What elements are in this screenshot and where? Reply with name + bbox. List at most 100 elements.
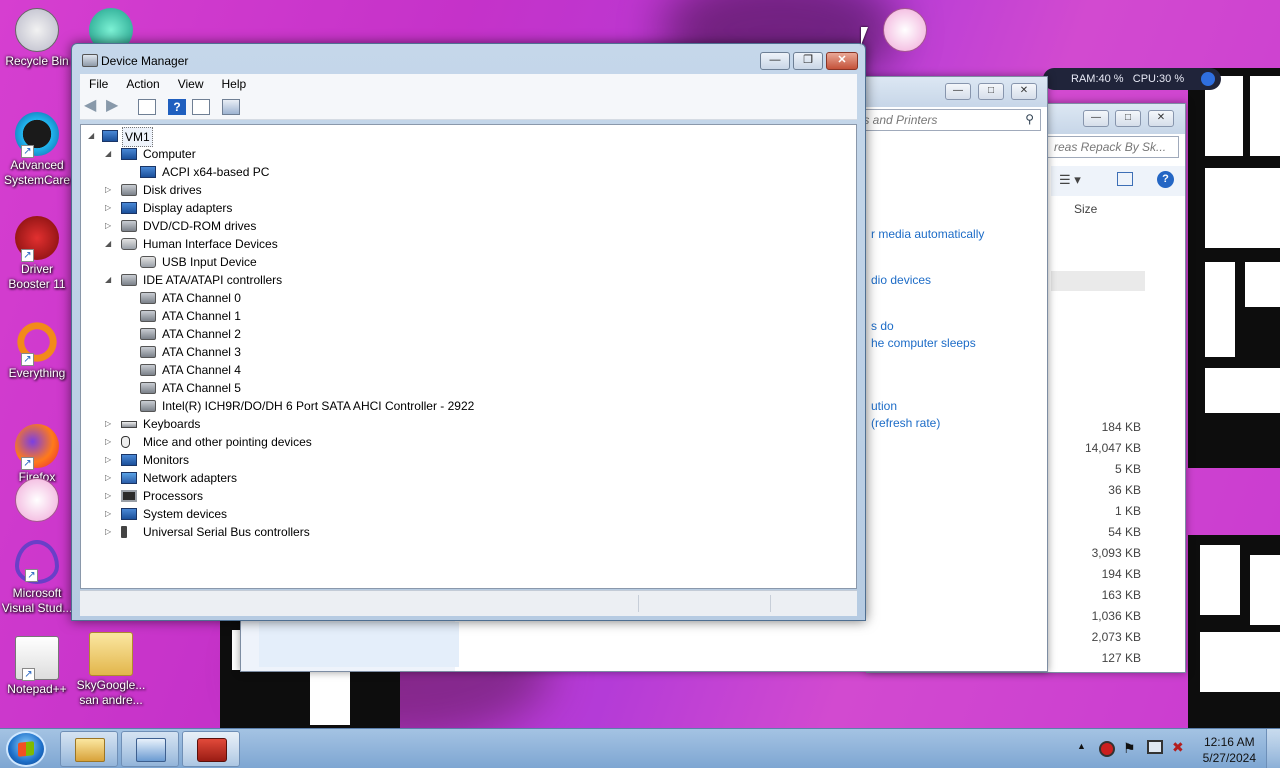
expand-arrow-icon[interactable]: ▷ xyxy=(105,469,115,487)
expand-arrow-icon[interactable]: ▷ xyxy=(105,523,115,541)
settings-link[interactable]: dio devices xyxy=(871,273,931,287)
clock-time: 12:16 AM xyxy=(1203,735,1255,749)
settings-link[interactable]: he computer sleeps xyxy=(871,336,976,350)
taskbar-explorer-button[interactable] xyxy=(60,731,118,767)
settings-link[interactable]: s do xyxy=(871,319,894,333)
preview-pane-icon[interactable] xyxy=(1117,172,1133,186)
view-options-icon[interactable]: ☰ ▾ xyxy=(1059,172,1081,188)
monitor-icon xyxy=(121,454,137,466)
toolbar: ☰ ▾ ? xyxy=(1051,166,1185,196)
firefox-icon: ↗ xyxy=(15,424,59,470)
properties-icon[interactable] xyxy=(192,99,210,115)
close-button[interactable]: ✕ xyxy=(826,52,858,70)
close-button[interactable]: ✕ xyxy=(1148,110,1174,127)
file-size: 163 KB xyxy=(1101,588,1141,602)
help-icon[interactable]: ? xyxy=(168,99,186,115)
device-manager-window[interactable]: Device Manager — ❐ ✕ File Action View Help … xyxy=(71,43,866,621)
system-clock[interactable]: 12:16 AM 5/27/2024 xyxy=(1203,734,1256,766)
minimize-button[interactable]: — xyxy=(760,52,790,70)
expand-arrow-icon[interactable]: ▷ xyxy=(105,433,115,451)
desktop-icon-recycle-bin[interactable]: Recycle Bin xyxy=(0,8,74,69)
system-icon xyxy=(121,508,137,520)
show-hide-console-tree-icon[interactable] xyxy=(138,99,156,115)
visual-studio-icon: ↗ xyxy=(15,540,59,584)
taskbar-device-manager-button[interactable] xyxy=(182,731,240,767)
back-icon[interactable]: ◀ xyxy=(84,98,102,115)
action-center-flag-icon[interactable]: ⚑ xyxy=(1123,740,1136,768)
search-box[interactable]: ices and Printers ⚲ xyxy=(841,109,1041,131)
desktop-icon-notepad-plus-plus[interactable]: ↗ Notepad++ xyxy=(0,636,74,697)
collapse-arrow-icon[interactable]: ◢ xyxy=(105,145,115,163)
maximize-button[interactable]: ❐ xyxy=(793,52,823,70)
desktop-icon-driver-booster[interactable]: ↗ Driver Booster 11 xyxy=(0,216,74,292)
collapse-arrow-icon[interactable]: ◢ xyxy=(105,235,115,253)
ide-icon xyxy=(140,328,156,340)
expand-arrow-icon[interactable]: ▷ xyxy=(105,181,115,199)
file-size: 2,073 KB xyxy=(1091,630,1141,644)
expand-arrow-icon[interactable]: ▷ xyxy=(105,451,115,469)
hid-icon xyxy=(121,238,137,250)
menu-view[interactable]: View xyxy=(169,74,213,91)
desktop-icon-folder[interactable]: SkyGoogle... san andre... xyxy=(74,632,148,708)
network-icon xyxy=(121,472,137,484)
settings-link[interactable]: ution xyxy=(871,399,897,413)
file-size: 14,047 KB xyxy=(1084,441,1141,455)
desktop-icon-firefox[interactable]: ↗ Firefox xyxy=(0,424,74,485)
column-size-header[interactable]: Size xyxy=(1074,202,1097,216)
maximize-button[interactable]: □ xyxy=(978,83,1004,100)
start-button[interactable] xyxy=(6,731,46,767)
collapse-arrow-icon[interactable]: ◢ xyxy=(88,127,98,145)
resource-monitor-widget[interactable]: RAM:40 % CPU:30 % xyxy=(1043,68,1221,90)
help-icon[interactable]: ? xyxy=(1157,171,1174,188)
advanced-systemcare-icon: ↗ xyxy=(15,112,59,158)
menu-action[interactable]: Action xyxy=(117,74,168,91)
expand-arrow-icon[interactable]: ▷ xyxy=(105,199,115,217)
menu-file[interactable]: File xyxy=(80,74,117,91)
expand-arrow-icon[interactable]: ▷ xyxy=(105,505,115,523)
show-hidden-icons-icon[interactable]: ▲ xyxy=(1077,741,1086,768)
desktop-icon-games-sky-2[interactable] xyxy=(868,8,942,54)
desktop-icon-games-sky[interactable] xyxy=(0,478,74,524)
folder-icon xyxy=(75,738,105,762)
minimize-button[interactable]: — xyxy=(1083,110,1109,127)
forward-icon[interactable]: ▶ xyxy=(106,98,124,115)
ide-icon xyxy=(140,382,156,394)
network-icon[interactable] xyxy=(1147,740,1163,754)
games-sky-icon xyxy=(15,478,59,522)
menu-bar: File Action View Help xyxy=(80,74,857,94)
computer-icon xyxy=(140,166,156,178)
scan-hardware-icon[interactable] xyxy=(222,99,240,115)
toolbox-icon xyxy=(197,738,227,762)
expand-arrow-icon[interactable]: ▷ xyxy=(105,415,115,433)
volume-muted-icon[interactable]: ✖ xyxy=(1172,739,1184,768)
minimize-button[interactable]: — xyxy=(945,83,971,100)
security-icon[interactable] xyxy=(1099,741,1115,757)
games-sky-icon xyxy=(883,8,927,52)
menu-help[interactable]: Help xyxy=(213,74,256,91)
usb-icon xyxy=(121,526,127,538)
desktop-icon-visual-studio[interactable]: ↗ Microsoft Visual Stud... xyxy=(0,540,74,616)
ide-icon xyxy=(121,274,137,286)
close-button[interactable]: ✕ xyxy=(1011,83,1037,100)
expand-arrow-icon[interactable]: ▷ xyxy=(105,487,115,505)
device-tree[interactable]: ◢ VM1 ◢ Computer ACPI x64-based PC ▷ Disk dr… xyxy=(80,124,857,589)
file-size: 194 KB xyxy=(1101,567,1141,581)
file-size: 54 KB xyxy=(1108,525,1141,539)
show-desktop-button[interactable] xyxy=(1266,729,1280,768)
maximize-button[interactable]: □ xyxy=(1115,110,1141,127)
display-icon xyxy=(121,202,137,214)
mouse-cursor-icon xyxy=(861,27,868,45)
desktop-icon-everything[interactable]: ↗ Everything xyxy=(0,320,74,381)
taskbar-control-panel-button[interactable] xyxy=(121,731,179,767)
file-size: 1,036 KB xyxy=(1091,609,1141,623)
search-box[interactable]: reas Repack By Sk... xyxy=(1047,136,1179,158)
collapse-arrow-icon[interactable]: ◢ xyxy=(105,271,115,289)
settings-link[interactable]: (refresh rate) xyxy=(871,416,940,430)
file-size: 5 KB xyxy=(1114,462,1141,476)
expand-arrow-icon[interactable]: ▷ xyxy=(105,217,115,235)
settings-link[interactable]: r media automatically xyxy=(871,227,984,241)
arrow-icon xyxy=(1201,72,1215,86)
cpu-usage: CPU:30 % xyxy=(1132,73,1185,85)
search-icon: ⚲ xyxy=(1025,112,1034,126)
desktop-icon-advanced-systemcare[interactable]: ↗ Advanced SystemCare xyxy=(0,112,74,188)
